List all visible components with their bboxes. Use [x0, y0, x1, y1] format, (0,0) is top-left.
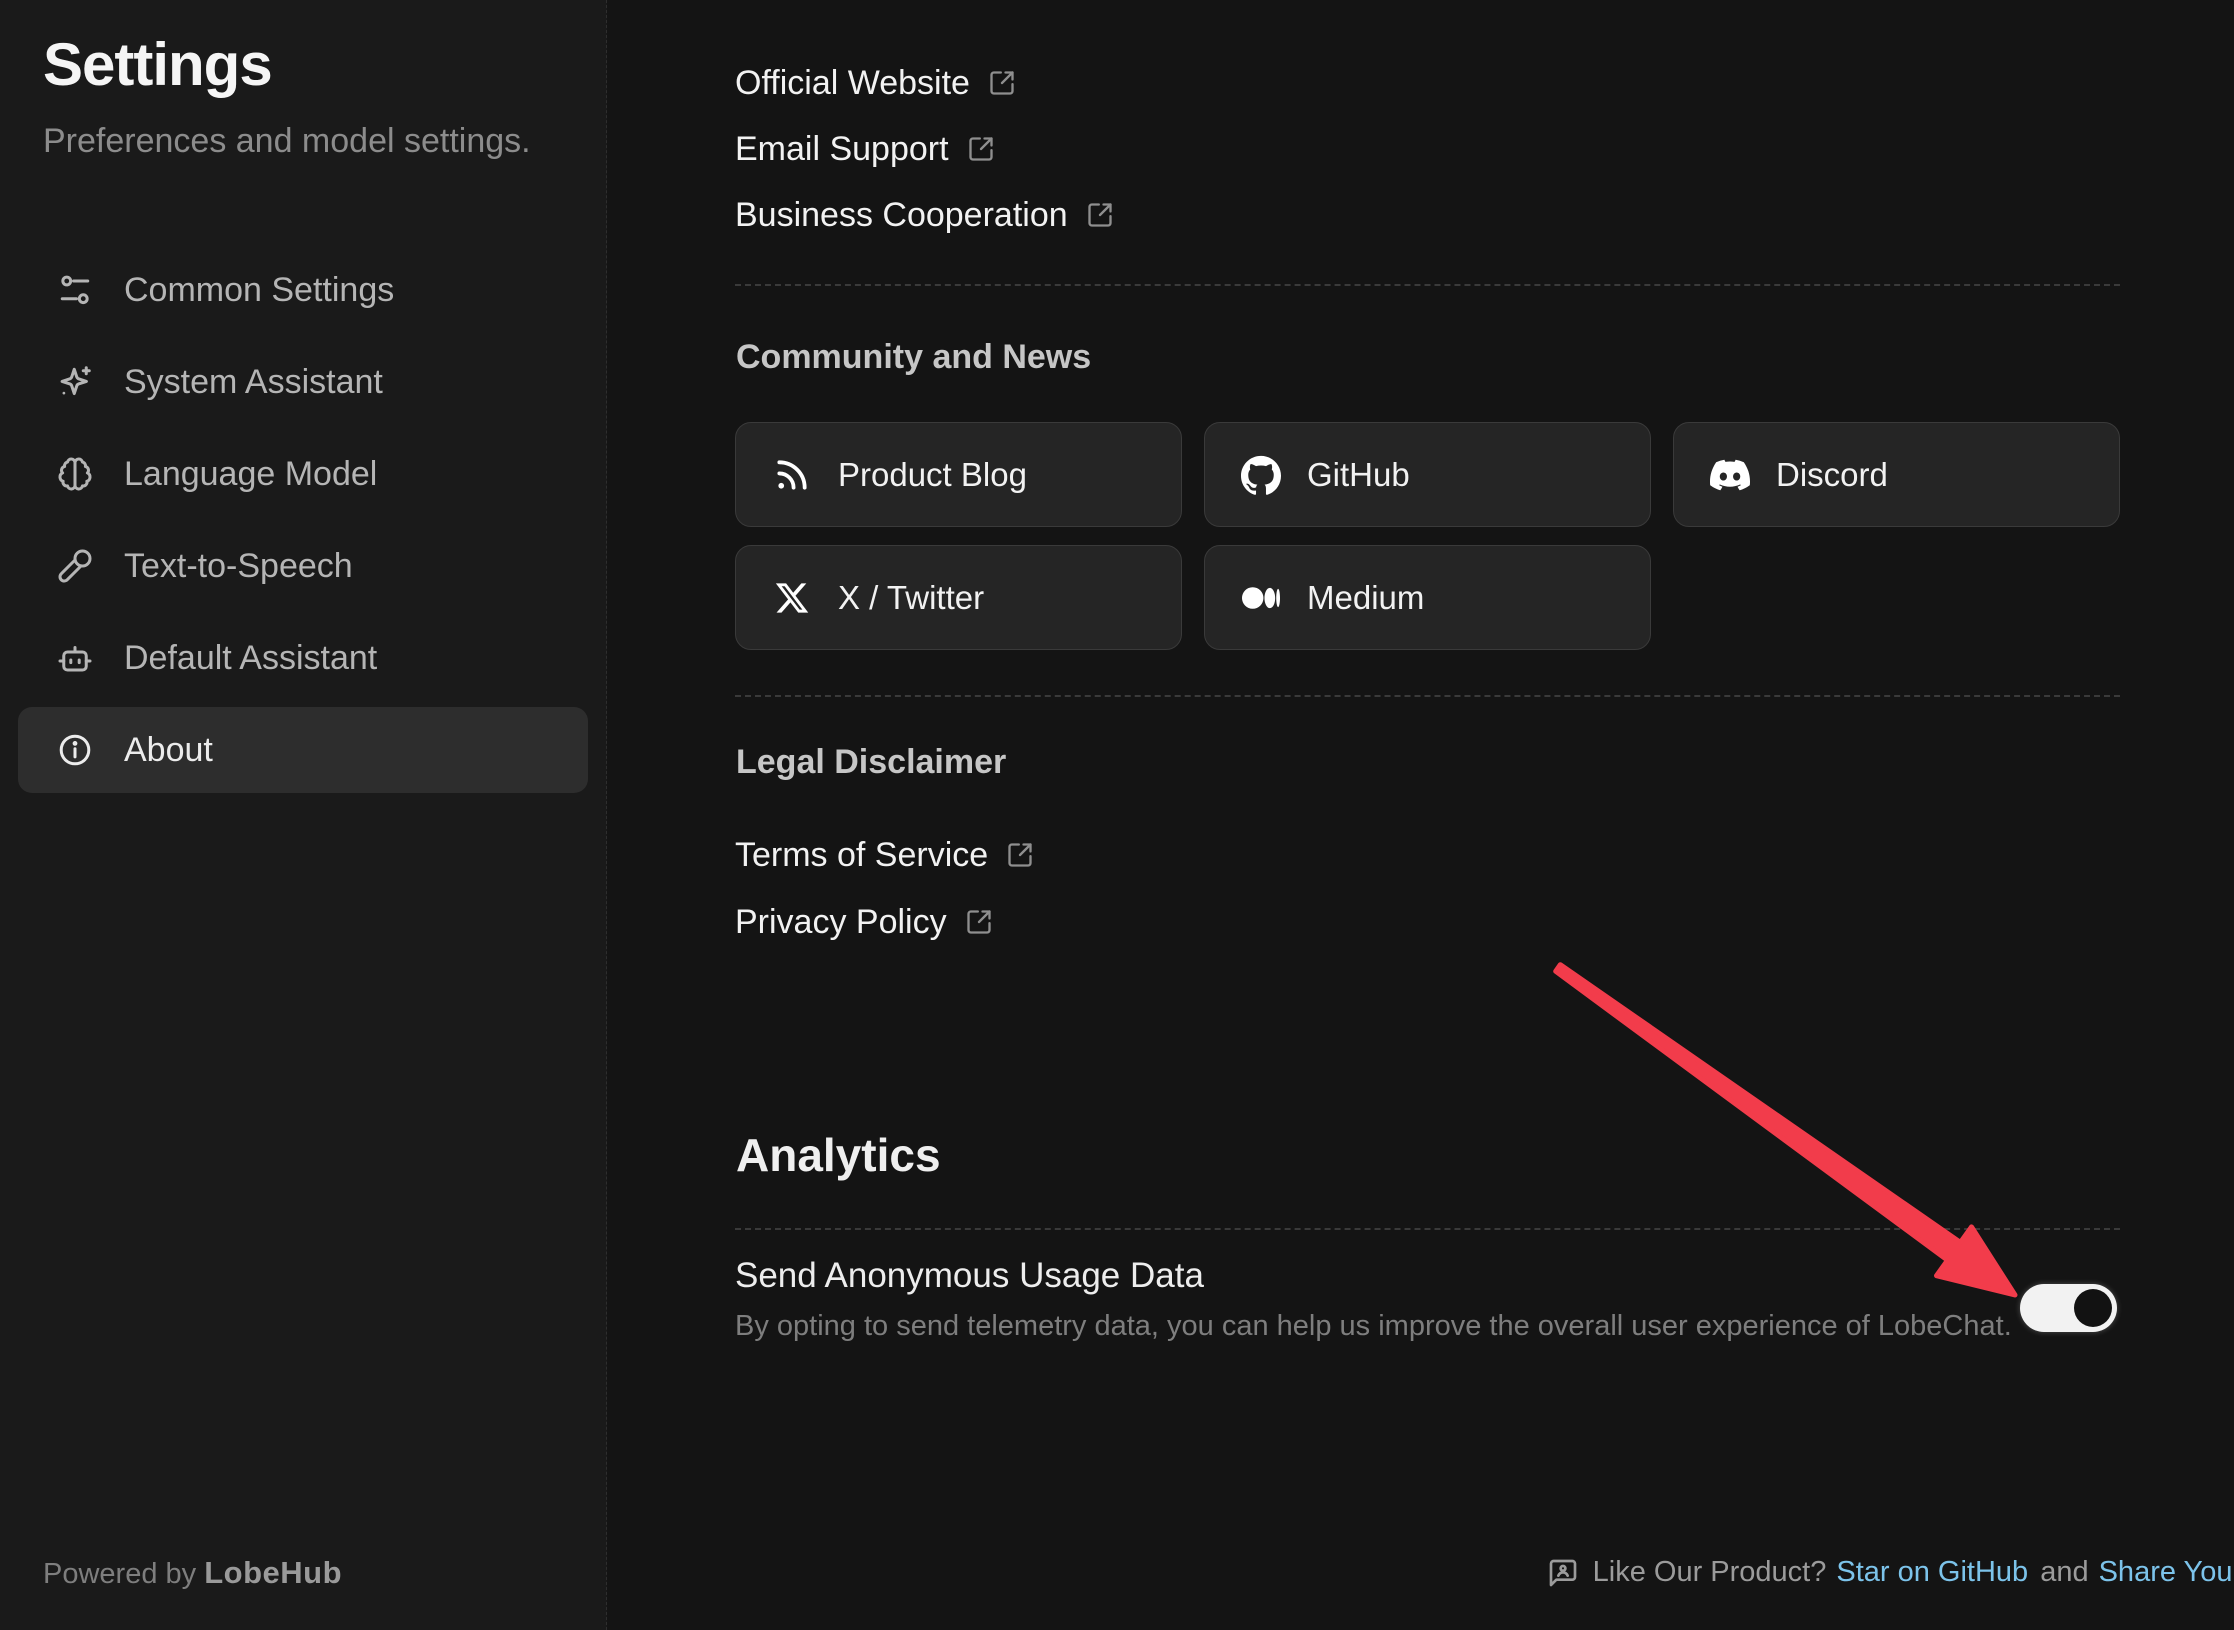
- medium-button[interactable]: Medium: [1204, 545, 1651, 650]
- community-buttons: Product Blog GitHub Discord: [735, 422, 2155, 650]
- sidebar-item-default-assistant[interactable]: Default Assistant: [18, 615, 588, 701]
- about-panel: Contact Us Official Website Email Suppor…: [607, 0, 2234, 1630]
- rss-icon: [772, 455, 812, 495]
- lobehub-wordmark[interactable]: LobeHub: [204, 1555, 342, 1590]
- footer-and: and: [2040, 1556, 2088, 1589]
- section-divider: [735, 284, 2120, 286]
- external-link-icon: [988, 69, 1016, 97]
- telemetry-setting-description: By opting to send telemetry data, you ca…: [735, 1310, 2012, 1343]
- medium-icon: [1241, 578, 1281, 618]
- section-heading-community: Community and News: [736, 338, 1091, 377]
- sidebar-item-system-assistant[interactable]: System Assistant: [18, 339, 588, 425]
- external-link-icon: [1006, 841, 1034, 869]
- external-link-icon: [967, 135, 995, 163]
- mic-icon: [56, 547, 94, 585]
- share-feedback-link[interactable]: Share Your Valuable Feedback: [2099, 1556, 2234, 1589]
- settings-sidebar: Settings Preferences and model settings.…: [0, 0, 607, 1630]
- section-heading-contact: Contact Us: [736, 0, 915, 1]
- discord-icon: [1710, 455, 1750, 495]
- external-link-icon: [965, 908, 993, 936]
- telemetry-toggle[interactable]: [2020, 1284, 2117, 1332]
- sparkles-icon: [56, 363, 94, 401]
- settings-modal: Settings Preferences and model settings.…: [0, 0, 2234, 1630]
- sidebar-item-language-model[interactable]: Language Model: [18, 431, 588, 517]
- x-twitter-button[interactable]: X / Twitter: [735, 545, 1182, 650]
- page-subtitle: Preferences and model settings.: [43, 122, 531, 161]
- sliders-icon: [56, 271, 94, 309]
- powered-by-text: Powered by: [43, 1558, 196, 1590]
- page-title: Settings: [43, 30, 272, 99]
- section-heading-legal: Legal Disclaimer: [736, 743, 1006, 782]
- footer-prefix: Like Our Product?: [1593, 1556, 1827, 1589]
- business-cooperation-link[interactable]: Business Cooperation: [735, 182, 1114, 248]
- sidebar-item-label: System Assistant: [124, 363, 383, 402]
- sidebar-item-label: Text-to-Speech: [124, 547, 353, 586]
- github-button[interactable]: GitHub: [1204, 422, 1651, 527]
- official-website-link[interactable]: Official Website: [735, 50, 1016, 116]
- sidebar-item-about[interactable]: About: [18, 707, 588, 793]
- github-icon: [1241, 455, 1281, 495]
- bot-icon: [56, 639, 94, 677]
- star-on-github-link[interactable]: Star on GitHub: [1836, 1556, 2028, 1589]
- sidebar-item-label: Common Settings: [124, 271, 394, 310]
- info-icon: [56, 731, 94, 769]
- sidebar-item-label: Language Model: [124, 455, 377, 494]
- section-divider: [735, 1228, 2120, 1230]
- terms-of-service-link[interactable]: Terms of Service: [735, 822, 1034, 888]
- privacy-policy-link[interactable]: Privacy Policy: [735, 889, 993, 955]
- feedback-icon: [1547, 1557, 1579, 1589]
- product-blog-button[interactable]: Product Blog: [735, 422, 1182, 527]
- x-twitter-icon: [772, 578, 812, 618]
- telemetry-setting-label: Send Anonymous Usage Data: [735, 1256, 1204, 1296]
- discord-button[interactable]: Discord: [1673, 422, 2120, 527]
- toggle-knob: [2074, 1289, 2112, 1327]
- section-divider: [735, 695, 2120, 697]
- sidebar-item-text-to-speech[interactable]: Text-to-Speech: [18, 523, 588, 609]
- sidebar-item-common-settings[interactable]: Common Settings: [18, 247, 588, 333]
- sidebar-nav: Common Settings System Assistant: [18, 247, 588, 799]
- contact-us-heading-clipped: Contact Us: [736, 0, 915, 10]
- sidebar-item-label: About: [124, 731, 213, 770]
- section-heading-analytics: Analytics: [736, 1128, 941, 1182]
- email-support-link[interactable]: Email Support: [735, 116, 995, 182]
- feedback-footer: Like Our Product? Star on GitHub and Sha…: [1342, 1556, 2234, 1589]
- external-link-icon: [1086, 201, 1114, 229]
- brain-icon: [56, 455, 94, 493]
- powered-by: Powered by LobeHub: [43, 1555, 342, 1591]
- sidebar-item-label: Default Assistant: [124, 639, 377, 678]
